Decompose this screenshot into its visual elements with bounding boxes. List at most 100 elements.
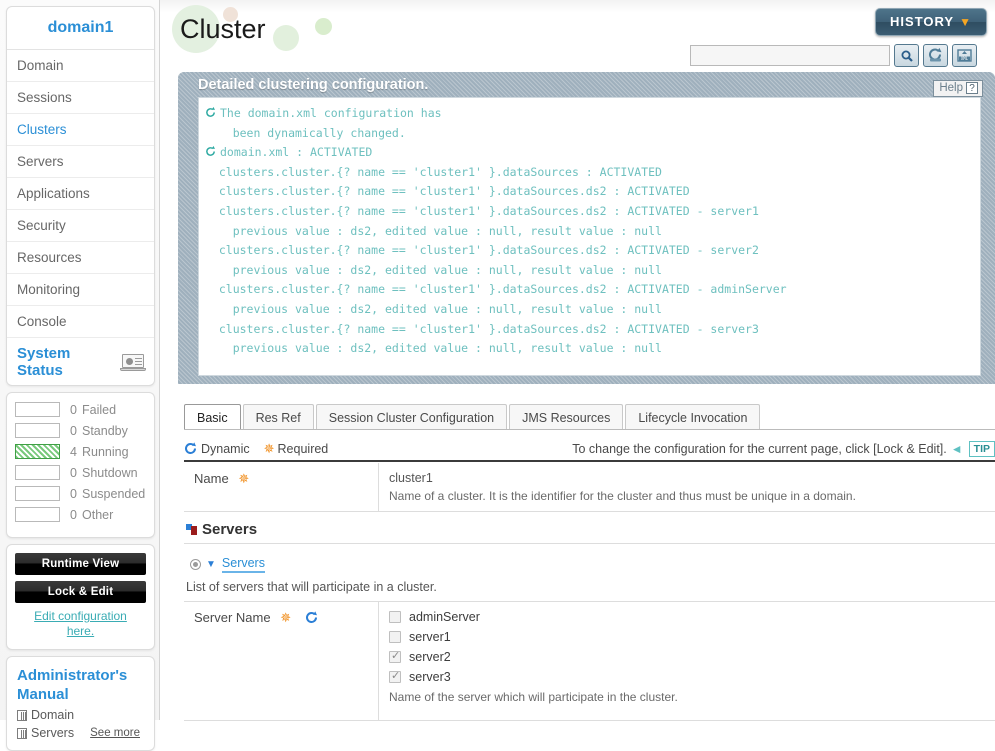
refresh-small-icon	[206, 146, 215, 157]
sidebar-item-resources[interactable]: Resources	[7, 242, 154, 274]
legend-hint: To change the configuration for the curr…	[572, 440, 995, 457]
console-log-line: previous value : ds2, edited value : nul…	[205, 341, 662, 356]
status-count: 0	[70, 507, 77, 522]
sidebar-item-servers[interactable]: Servers	[7, 146, 154, 178]
cluster-name-description: Name of a cluster. It is the identifier …	[389, 489, 856, 503]
runtime-view-button[interactable]: Runtime View	[15, 553, 146, 575]
console-heading: Detailed clustering configuration.	[198, 77, 429, 93]
form-row-server-name: Server Name ✵ adminServer server1 server…	[184, 601, 995, 721]
status-bar	[15, 465, 60, 480]
decorative-dot-icon	[315, 18, 332, 35]
status-bar	[15, 486, 60, 501]
sidebar-item-monitoring[interactable]: Monitoring	[7, 274, 154, 306]
edit-configuration-link[interactable]: Edit configuration here.	[15, 609, 146, 639]
legend-row: Dynamic ✵ Required To change the configu…	[184, 438, 995, 459]
help-button[interactable]: Help ?	[933, 80, 983, 97]
search-button[interactable]	[894, 44, 919, 67]
tab-lifecycle-invocation[interactable]: Lifecycle Invocation	[625, 404, 761, 430]
tab-jms-resources[interactable]: JMS Resources	[509, 404, 624, 430]
server-checkbox-row[interactable]: adminServer	[389, 610, 985, 624]
sidebar-item-security[interactable]: Security	[7, 210, 154, 242]
system-status-panel: 0 Failed 0 Standby 4 Running 0 Shutdown …	[6, 392, 155, 538]
server-checkbox-row[interactable]: server2	[389, 649, 985, 664]
sidebar-item-domain[interactable]: Domain	[7, 50, 154, 82]
sidebar-item-clusters[interactable]: Clusters	[7, 114, 154, 146]
tip-arrow-icon: ◄	[950, 441, 963, 456]
sidebar-item-console[interactable]: Console	[7, 306, 154, 338]
console-log-line: been dynamically changed.	[205, 125, 406, 140]
search-input[interactable]	[690, 45, 890, 66]
server-checkbox-label: server3	[409, 670, 451, 684]
edit-configuration-link-line2: here.	[66, 624, 95, 638]
tab-bar: Basic Res Ref Session Cluster Configurat…	[184, 400, 995, 430]
sidebar-nav-list: Domain Sessions Clusters Servers Applica…	[7, 50, 154, 385]
refresh-small-icon	[206, 107, 215, 117]
sidebar-item-applications[interactable]: Applications	[7, 178, 154, 210]
lock-and-edit-button[interactable]: Lock & Edit	[15, 581, 146, 603]
search-area: XML	[690, 44, 977, 67]
servers-node-link[interactable]: Servers	[221, 556, 265, 573]
server-checkbox[interactable]	[389, 649, 401, 663]
xml-export-icon: XML	[957, 49, 972, 62]
history-button-label: HISTORY	[890, 14, 955, 29]
console-log-line: domain.xml : ACTIVATED	[205, 143, 972, 163]
console-log-line: The domain.xml configuration has	[205, 104, 972, 124]
admin-manual-link-domain[interactable]: Domain	[7, 706, 154, 724]
chevron-down-icon: ▼	[959, 15, 972, 29]
history-button[interactable]: HISTORY ▼	[875, 8, 987, 36]
server-checkbox[interactable]	[389, 631, 401, 643]
status-bar	[15, 507, 60, 522]
form-label-name-text: Name	[194, 471, 229, 486]
required-asterisk-icon: ✵	[280, 610, 292, 625]
tab-session-cluster-configuration[interactable]: Session Cluster Configuration	[315, 404, 508, 430]
cluster-name-value: cluster1	[389, 471, 433, 485]
domain-title: domain1	[7, 7, 154, 50]
console-log-line: previous value : ds2, edited value : nul…	[205, 262, 662, 277]
status-bar	[15, 402, 60, 417]
tab-basic[interactable]: Basic	[184, 404, 241, 430]
status-count: 0	[70, 423, 77, 438]
server-checkbox-row[interactable]: server3	[389, 669, 985, 684]
status-count: 0	[70, 402, 77, 417]
admin-manual-title-line2: Manual	[17, 686, 69, 703]
status-count: 4	[70, 444, 77, 459]
legend-hint-text: To change the configuration for the curr…	[572, 441, 947, 456]
sidebar-item-sessions[interactable]: Sessions	[7, 82, 154, 114]
server-checkbox[interactable]	[389, 611, 401, 623]
status-row-running: 4 Running	[15, 443, 148, 460]
xml-export-button[interactable]: XML	[952, 44, 977, 67]
form-label-server-name-text: Server Name	[194, 610, 271, 625]
form-label-server-name: Server Name ✵	[184, 602, 379, 720]
status-count: 0	[70, 486, 77, 501]
tab-res-ref[interactable]: Res Ref	[242, 404, 314, 430]
console-log-line: clusters.cluster.{? name == 'cluster1' }…	[205, 243, 759, 258]
console-log[interactable]: The domain.xml configuration has been dy…	[198, 97, 981, 376]
form-label-name: Name ✵	[184, 463, 379, 511]
status-bar	[15, 444, 60, 459]
status-row-other: 0 Other	[15, 506, 148, 523]
question-icon: ?	[966, 82, 978, 94]
servers-tree-node[interactable]: ▼ Servers	[190, 556, 490, 573]
admin-manual-link-servers[interactable]: Servers See more	[7, 724, 154, 750]
form-value-name: cluster1 Name of a cluster. It is the id…	[379, 463, 995, 511]
sidebar-item-system-status[interactable]: System Status	[7, 338, 154, 385]
server-checkbox[interactable]	[389, 669, 401, 683]
chevron-down-icon[interactable]: ▼	[206, 559, 216, 570]
edit-configuration-link-line1: Edit configuration	[34, 609, 127, 623]
status-label: Shutdown	[82, 465, 138, 480]
console-log-line: clusters.cluster.{? name == 'cluster1' }…	[205, 184, 690, 199]
status-label: Suspended	[82, 486, 146, 501]
status-row-failed: 0 Failed	[15, 401, 148, 418]
reload-button[interactable]	[923, 44, 948, 67]
console-log-line: clusters.cluster.{? name == 'cluster1' }…	[205, 282, 787, 297]
required-asterisk-icon: ✵	[263, 440, 275, 456]
radio-icon[interactable]	[190, 559, 201, 570]
server-checkbox-row[interactable]: server1	[389, 630, 985, 644]
legend-dynamic-label: Dynamic	[201, 441, 250, 456]
sidebar-nav-panel: domain1 Domain Sessions Clusters Servers…	[6, 6, 155, 386]
svg-text:XML: XML	[961, 56, 969, 61]
admin-manual-link-label: Servers	[31, 726, 75, 740]
tip-badge[interactable]: TIP	[968, 440, 995, 457]
laptop-icon	[120, 353, 147, 371]
see-more-link[interactable]: See more	[90, 727, 144, 739]
